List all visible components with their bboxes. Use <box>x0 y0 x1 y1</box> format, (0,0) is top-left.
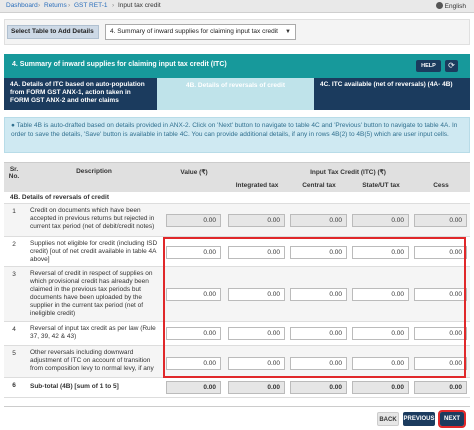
row-number: 3 <box>12 271 16 278</box>
header-description: Description <box>76 168 112 175</box>
tab-4b[interactable]: 4B. Details of reversals of credit <box>157 78 314 110</box>
language-selector[interactable]: English <box>435 2 466 10</box>
table-select-value: 4. Summary of inward supplies for claimi… <box>110 28 278 35</box>
breadcrumb-separator: › <box>38 2 41 9</box>
value-field: 0.00 <box>166 214 221 227</box>
header-state: State/UT tax <box>362 182 400 189</box>
previous-button[interactable]: PREVIOUS <box>403 412 435 426</box>
tab-4c[interactable]: 4C. ITC available (net of reversals) (4A… <box>314 78 470 110</box>
table-header-row-2: Integrated tax Central tax State/UT tax … <box>4 179 470 193</box>
table-header-row-1: Sr. No. Description Value (₹) Input Tax … <box>4 163 470 180</box>
row-number: 6 <box>12 382 16 389</box>
reversal-table: Sr. No. Description Value (₹) Input Tax … <box>4 162 470 193</box>
row-description: Reversal of credit in respect of supplie… <box>30 270 153 317</box>
header-value: Value (₹) <box>180 169 208 176</box>
breadcrumb-dashboard-link[interactable]: Dashboard <box>6 2 38 9</box>
next-button[interactable]: NEXT <box>438 410 466 428</box>
help-label: HELP <box>421 63 436 69</box>
value-total: 0.00 <box>166 381 221 394</box>
refresh-icon: ⟳ <box>448 61 455 70</box>
header-central: Central tax <box>302 182 336 189</box>
globe-icon <box>435 2 443 9</box>
section-title: 4B. Details of reversals of credit <box>10 194 109 201</box>
state-tax-total: 0.00 <box>352 381 409 394</box>
help-button[interactable]: HELP <box>416 60 441 72</box>
row-description: Supplies not eligible for credit (includ… <box>30 240 158 263</box>
highlight-box <box>163 237 466 378</box>
row-number: 5 <box>12 350 16 357</box>
integrated-tax-total: 0.00 <box>228 381 285 394</box>
subtotal-row: 6 Sub-total (4B) [sum of 1 to 5] 0.00 0.… <box>4 378 470 398</box>
language-label: English <box>444 3 466 10</box>
table-select-dropdown[interactable]: 4. Summary of inward supplies for claimi… <box>105 24 296 40</box>
header-itc: Input Tax Credit (ITC) (₹) <box>310 169 386 176</box>
panel-header: 4. Summary of inward supplies for claimi… <box>4 54 470 78</box>
section-title-row: 4B. Details of reversals of credit <box>4 192 470 204</box>
header-cess: Cess <box>433 182 449 189</box>
panel-title: 4. Summary of inward supplies for claimi… <box>12 61 227 68</box>
breadcrumb-returns-link[interactable]: Returns <box>44 2 67 9</box>
row-number: 4 <box>12 326 16 333</box>
cess-total: 0.00 <box>414 381 467 394</box>
row-description: Sub-total (4B) [sum of 1 to 5] <box>30 383 119 390</box>
breadcrumb-returns[interactable]: Returns <box>44 2 67 9</box>
breadcrumb-dashboard[interactable]: Dashboard <box>6 2 38 9</box>
header-integrated: Integrated tax <box>235 182 279 189</box>
row-description: Reversal of input tax credit as per law … <box>30 325 156 340</box>
row-description: Other reversals including downward adjus… <box>30 349 154 372</box>
header-sr-no: Sr. No. <box>8 166 20 180</box>
breadcrumb-gst-ret1-link[interactable]: GST RET-1 <box>74 2 107 9</box>
info-text: Table 4B is auto-drafted based on detail… <box>11 122 458 138</box>
breadcrumb-separator: › <box>68 2 71 9</box>
central-tax-total: 0.00 <box>290 381 347 394</box>
row-description: Credit on documents which have been acce… <box>30 207 155 230</box>
state-tax-field: 0.00 <box>352 214 409 227</box>
divider <box>4 406 470 407</box>
refresh-button[interactable]: ⟳ <box>445 60 458 72</box>
chevron-down-icon: ▼ <box>285 29 291 35</box>
row-number: 2 <box>12 241 16 248</box>
table-select-area: Select Table to Add Details 4. Summary o… <box>4 19 470 45</box>
breadcrumb-gst-ret1[interactable]: GST RET-1 <box>74 2 107 9</box>
table-row: 1 Credit on documents which have been ac… <box>4 204 470 237</box>
back-button[interactable]: BACK <box>377 412 399 426</box>
breadcrumb-separator: › <box>112 2 115 9</box>
central-tax-field: 0.00 <box>290 214 347 227</box>
integrated-tax-field: 0.00 <box>228 214 285 227</box>
row-number: 1 <box>12 208 16 215</box>
info-alert: ● Table 4B is auto-drafted based on deta… <box>4 117 470 153</box>
breadcrumb-current: Input tax credit <box>118 2 161 9</box>
tab-bar: 4A. Details of ITC based on auto-populat… <box>4 78 470 110</box>
table-select-label: Select Table to Add Details <box>7 25 99 39</box>
breadcrumb-bar: Dashboard › Returns › GST RET-1 › Input … <box>0 0 474 13</box>
cess-field: 0.00 <box>414 214 467 227</box>
tab-4a[interactable]: 4A. Details of ITC based on auto-populat… <box>4 78 157 110</box>
